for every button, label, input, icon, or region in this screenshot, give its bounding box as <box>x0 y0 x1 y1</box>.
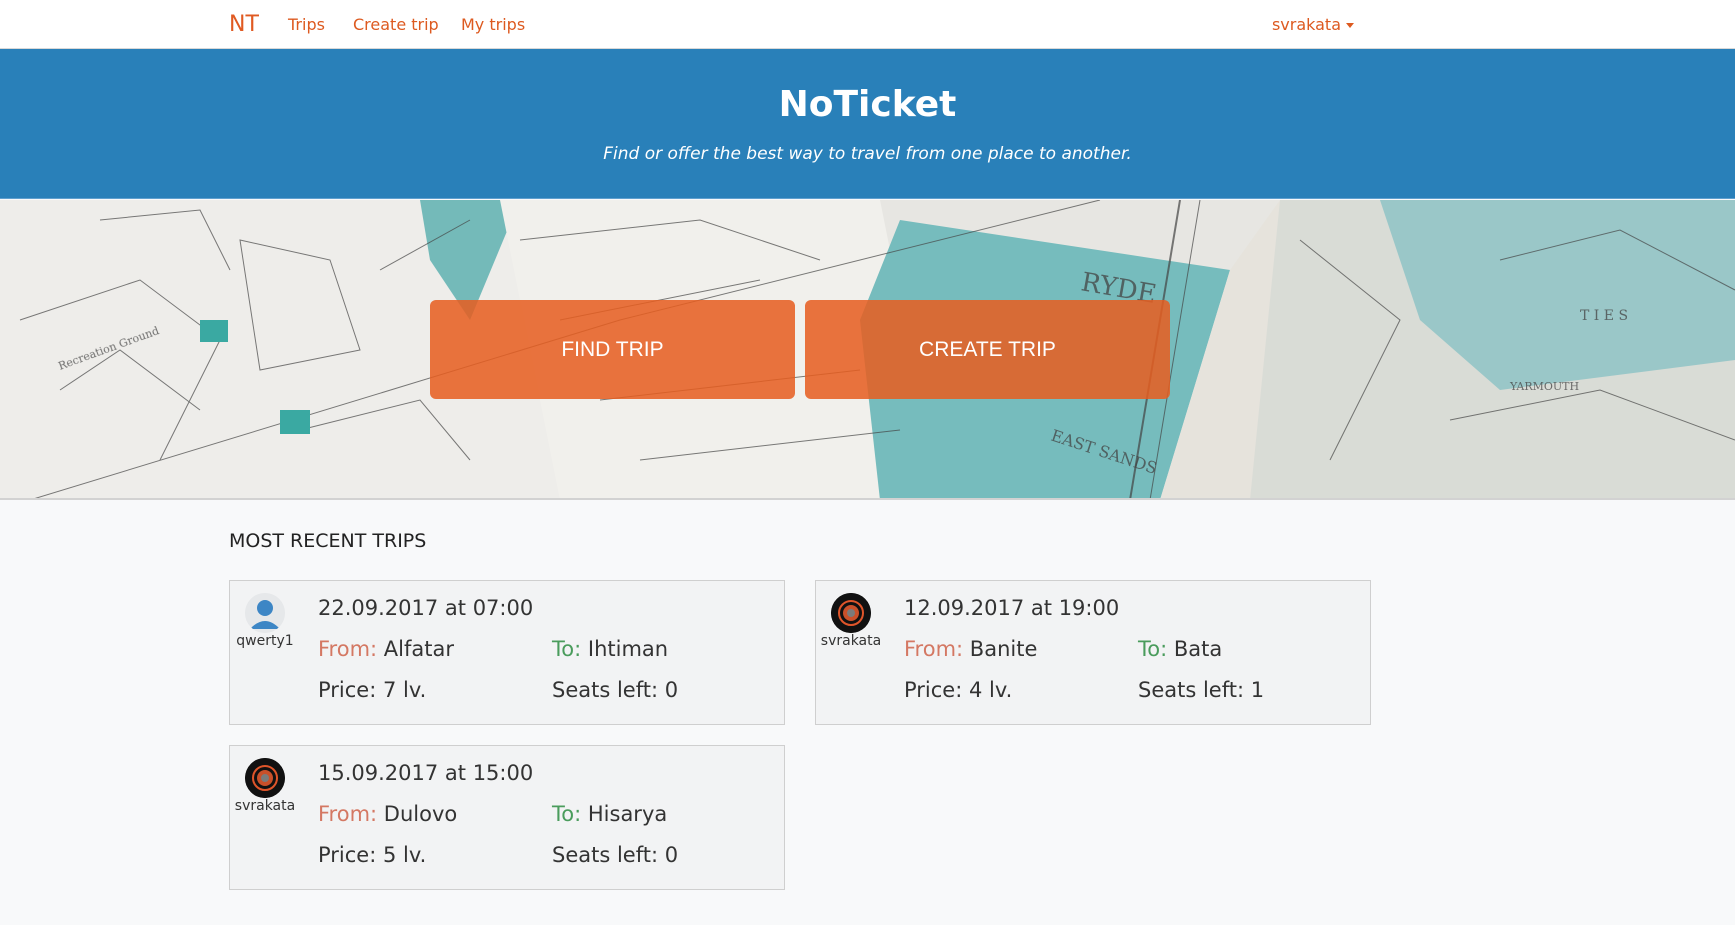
trip-price: Price: 5 lv. <box>318 843 427 867</box>
user-dropdown[interactable]: svrakata <box>1272 15 1354 34</box>
to-city: Hisarya <box>587 802 668 826</box>
trip-seats-left: Seats left: 0 <box>552 843 679 867</box>
default-user-icon <box>245 593 285 633</box>
trip-to: To: Ihtiman <box>552 637 668 661</box>
trip-card[interactable]: svrakata 15.09.2017 at 15:00 From: Dulov… <box>229 745 785 890</box>
to-label: To: <box>552 637 582 661</box>
trip-from: From: Banite <box>904 637 1037 661</box>
from-label: From: <box>904 637 964 661</box>
trip-driver-username[interactable]: svrakata <box>230 798 300 814</box>
trip-card[interactable]: svrakata 12.09.2017 at 19:00 From: Banit… <box>815 580 1371 725</box>
from-label: From: <box>318 802 378 826</box>
trip-date: 22.09.2017 at 07:00 <box>318 596 534 620</box>
top-navbar: NT Trips Create trip My trips svrakata <box>0 0 1735 49</box>
trip-from: From: Alfatar <box>318 637 454 661</box>
site-title: NoTicket <box>778 84 957 125</box>
trip-driver-username[interactable]: svrakata <box>816 633 886 649</box>
trip-seats-left: Seats left: 1 <box>1138 678 1265 702</box>
nav-link-create-trip[interactable]: Create trip <box>353 15 439 34</box>
svrakata-avatar-icon <box>245 758 285 798</box>
caret-down-icon <box>1346 23 1354 28</box>
nav-link-my-trips[interactable]: My trips <box>461 15 525 34</box>
trip-to: To: Hisarya <box>552 802 667 826</box>
trip-from: From: Dulovo <box>318 802 457 826</box>
trip-price: Price: 7 lv. <box>318 678 427 702</box>
trip-card[interactable]: qwerty1 22.09.2017 at 07:00 From: Alfata… <box>229 580 785 725</box>
user-dropdown-label: svrakata <box>1271 15 1341 34</box>
jumbotron-header: NoTicket Find or offer the best way to t… <box>0 49 1735 199</box>
to-label: To: <box>1138 637 1168 661</box>
hero-map-banner: RYDE EAST SANDS Recreation Ground T I E … <box>0 200 1735 500</box>
trip-date: 15.09.2017 at 15:00 <box>318 761 534 785</box>
from-city: Dulovo <box>383 802 458 826</box>
brand-logo-link[interactable]: NT <box>229 12 259 37</box>
recent-trips-heading: MOST RECENT TRIPS <box>229 530 427 552</box>
trip-to: To: Bata <box>1138 637 1222 661</box>
from-label: From: <box>318 637 378 661</box>
svg-text:YARMOUTH: YARMOUTH <box>1509 380 1579 393</box>
nav-link-trips[interactable]: Trips <box>288 15 325 34</box>
find-trip-button[interactable]: FIND TRIP <box>430 300 795 399</box>
trip-driver-username[interactable]: qwerty1 <box>230 633 300 649</box>
trip-price: Price: 4 lv. <box>904 678 1013 702</box>
trip-seats-left: Seats left: 0 <box>552 678 679 702</box>
trip-date: 12.09.2017 at 19:00 <box>904 596 1120 620</box>
to-label: To: <box>552 802 582 826</box>
from-city: Alfatar <box>383 637 454 661</box>
site-tagline: Find or offer the best way to travel fro… <box>603 144 1132 164</box>
to-city: Bata <box>1173 637 1223 661</box>
to-city: Ihtiman <box>587 637 669 661</box>
svg-text:T I E S: T I E S <box>1580 308 1628 324</box>
create-trip-button[interactable]: CREATE TRIP <box>805 300 1170 399</box>
svrakata-avatar-icon <box>831 593 871 633</box>
from-city: Banite <box>969 637 1038 661</box>
